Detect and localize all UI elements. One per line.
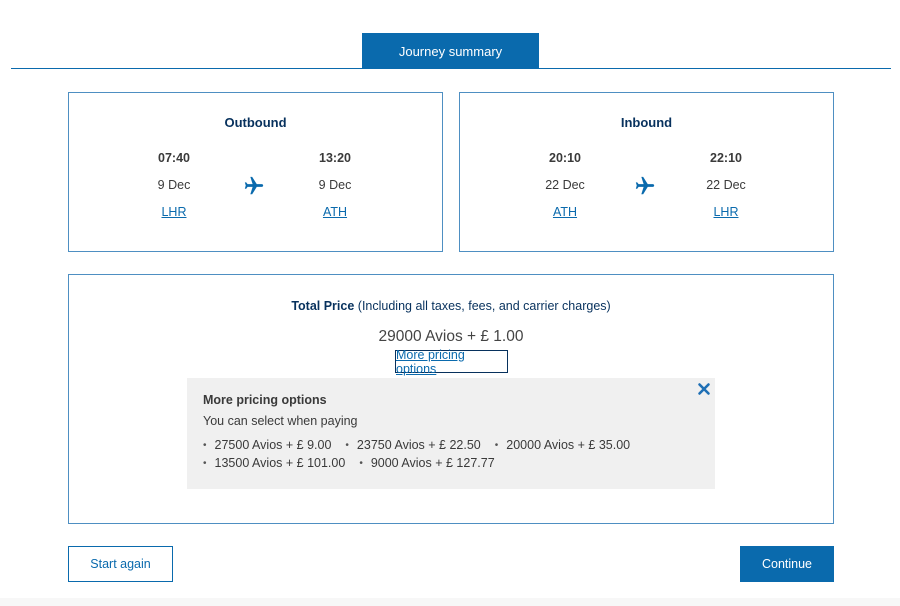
departure-time: 07:40 <box>158 151 190 165</box>
pricing-options-row: • 13500 Avios + £ 101.00 • 9000 Avios + £ … <box>203 456 509 470</box>
pricing-options-subtitle: You can select when paying <box>203 414 358 428</box>
arrival-date: 22 Dec <box>706 178 746 192</box>
tab-journey-summary[interactable]: Journey summary <box>362 33 539 69</box>
total-price-value: 29000 Avios + £ 1.00 <box>378 328 524 345</box>
pricing-options-panel: More pricing options You can select when… <box>187 378 715 489</box>
pricing-option[interactable]: • 20000 Avios + £ 35.00 <box>495 438 630 452</box>
outbound-departure: 07:40 9 Dec LHR <box>129 151 219 221</box>
plane-icon <box>635 176 655 195</box>
pricing-option[interactable]: • 13500 Avios + £ 101.00 <box>203 456 345 470</box>
pricing-option-label: 27500 Avios + £ 9.00 <box>214 438 332 452</box>
pricing-option[interactable]: • 9000 Avios + £ 127.77 <box>359 456 494 470</box>
departure-date: 22 Dec <box>545 178 585 192</box>
pricing-option-label: 20000 Avios + £ 35.00 <box>506 438 631 452</box>
pricing-option[interactable]: • 27500 Avios + £ 9.00 <box>203 438 331 452</box>
inbound-arrival: 22:10 22 Dec LHR <box>681 151 771 221</box>
arrival-date: 9 Dec <box>318 178 352 192</box>
departure-airport-link[interactable]: LHR <box>161 205 186 219</box>
pricing-option-label: 9000 Avios + £ 127.77 <box>370 456 495 470</box>
plane-icon <box>244 176 264 195</box>
outbound-title: Outbound <box>224 115 287 130</box>
pricing-options-title: More pricing options <box>203 393 327 407</box>
price-panel: Total Price (Including all taxes, fees, … <box>68 274 834 524</box>
continue-button[interactable]: Continue <box>740 546 834 582</box>
arrival-time: 13:20 <box>319 151 351 165</box>
close-icon[interactable] <box>697 382 711 396</box>
arrival-airport-link[interactable]: LHR <box>713 205 738 219</box>
inbound-title: Inbound <box>620 115 673 130</box>
outbound-arrival: 13:20 9 Dec ATH <box>290 151 380 221</box>
tab-bar: Journey summary <box>11 33 891 69</box>
pricing-option-label: 13500 Avios + £ 101.00 <box>214 456 346 470</box>
departure-airport-link[interactable]: ATH <box>553 205 577 219</box>
total-price-label: Total Price <box>291 299 355 313</box>
footer-divider <box>0 598 900 606</box>
start-again-button[interactable]: Start again <box>68 546 173 582</box>
pricing-option[interactable]: • 23750 Avios + £ 22.50 <box>345 438 480 452</box>
total-price-line: Total Price (Including all taxes, fees, … <box>69 299 833 313</box>
inbound-departure: 20:10 22 Dec ATH <box>520 151 610 221</box>
total-price-note: (Including all taxes, fees, and carrier … <box>357 299 611 313</box>
inbound-card: Inbound 20:10 22 Dec ATH 22:10 22 Dec LH… <box>459 92 834 252</box>
more-pricing-options-link[interactable]: More pricing options <box>395 348 508 376</box>
pricing-option-label: 23750 Avios + £ 22.50 <box>356 438 481 452</box>
departure-time: 20:10 <box>549 151 581 165</box>
arrival-time: 22:10 <box>710 151 742 165</box>
outbound-card: Outbound 07:40 9 Dec LHR 13:20 9 Dec ATH <box>68 92 443 252</box>
arrival-airport-link[interactable]: ATH <box>323 205 347 219</box>
departure-date: 9 Dec <box>157 178 191 192</box>
pricing-options-row: • 27500 Avios + £ 9.00 • 23750 Avios + £ 2… <box>203 438 644 452</box>
